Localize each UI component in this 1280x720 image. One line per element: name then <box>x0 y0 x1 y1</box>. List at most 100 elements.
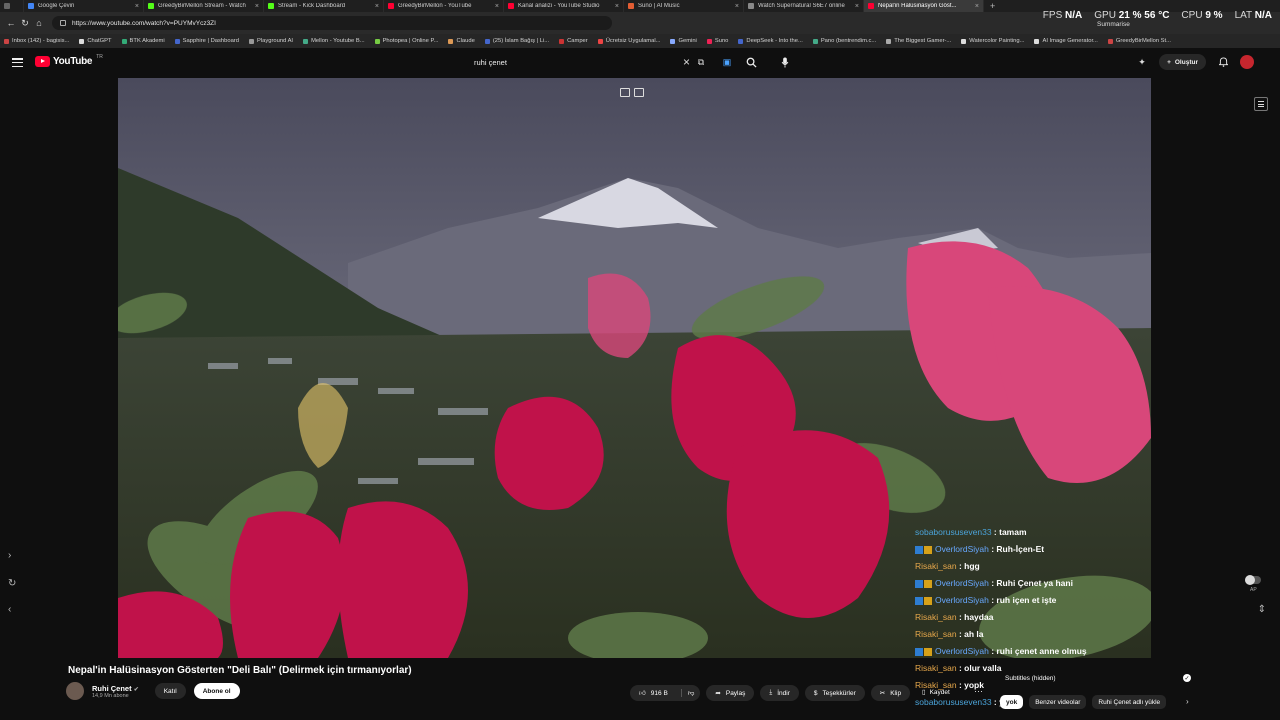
close-tab-icon[interactable]: × <box>255 3 259 10</box>
close-tab-icon[interactable]: × <box>495 3 499 10</box>
refresh-icon[interactable]: ↻ <box>8 578 16 589</box>
close-tab-icon[interactable]: × <box>735 3 739 10</box>
bookmark-item[interactable]: Pano (bentrendim.c... <box>812 38 876 44</box>
filter-chip[interactable]: Ruhi Çenet adlı yükle <box>1092 695 1167 709</box>
bookmark-item[interactable]: Inbox (142) - bagisis... <box>4 38 69 44</box>
chat-username[interactable]: Risaki_san <box>915 561 957 571</box>
close-tab-icon[interactable]: × <box>975 3 979 10</box>
join-button[interactable]: Katıl <box>154 683 186 699</box>
bookmark-item[interactable]: Watercolor Painting... <box>961 38 1024 44</box>
autoplay-toggle[interactable] <box>1245 575 1261 585</box>
chat-badges-icon <box>915 545 933 554</box>
channel-avatar[interactable] <box>66 682 84 700</box>
chat-username[interactable]: sobaborususeven33 <box>915 527 992 537</box>
bookmark-item[interactable]: GreedyBirMellon St... <box>1107 38 1171 44</box>
bookmark-label: Sapphire | Dashboard <box>182 38 239 44</box>
extension-icon[interactable]: ✦ <box>1135 55 1149 69</box>
like-button[interactable]: 👍︎ 916 B 👎︎ <box>630 685 701 701</box>
more-options-icon[interactable]: ⋯ <box>974 686 983 697</box>
reload-icon[interactable]: ↻ <box>18 16 32 30</box>
bookmark-icon <box>303 38 309 44</box>
thumbs-up-icon: 👍︎ <box>639 690 646 697</box>
filter-chip[interactable]: Benzer videolar <box>1029 695 1087 709</box>
share-button[interactable]: ➦ Paylaş <box>706 685 755 701</box>
new-tab-button[interactable]: + <box>984 1 1001 11</box>
menu-icon[interactable] <box>12 58 23 67</box>
chat-username[interactable]: OverlordSiyah <box>935 578 989 588</box>
check-icon: ✓ <box>1183 674 1191 682</box>
bookmark-icon <box>448 38 454 44</box>
close-tab-icon[interactable]: × <box>135 3 139 10</box>
bookmark-item[interactable]: Camper <box>559 38 588 44</box>
back-icon[interactable]: ← <box>4 16 18 30</box>
youtube-logo[interactable]: YouTube TR <box>35 54 103 67</box>
clip-button[interactable]: ✂ Klip <box>870 685 911 701</box>
picture-in-picture-icon[interactable] <box>634 88 644 97</box>
chat-username[interactable]: OverlordSiyah <box>935 544 989 554</box>
bookmark-item[interactable]: Photopea | Online P... <box>374 38 438 44</box>
filter-chip[interactable]: yok <box>1000 695 1024 709</box>
expand-chevron-icon[interactable]: › <box>8 550 11 561</box>
bookmark-icon <box>121 38 127 44</box>
chat-username[interactable]: Risaki_san <box>915 629 957 639</box>
resize-icon[interactable]: ⇕ <box>1258 604 1266 615</box>
browser-tab[interactable]: Stream - Kick Dashboard × <box>264 0 384 12</box>
chat-username[interactable]: sobaborususeven33 <box>915 697 992 707</box>
browser-menu-icon[interactable] <box>0 0 24 12</box>
browser-tab[interactable]: Google Çeviri × <box>24 0 144 12</box>
bookmark-item[interactable]: AI Image Generator... <box>1034 38 1098 44</box>
microphone-icon <box>781 56 789 68</box>
subscribe-button[interactable]: Abone ol <box>193 683 240 699</box>
clear-search-icon[interactable]: × <box>683 55 690 69</box>
create-button[interactable]: + Oluştur <box>1159 54 1206 70</box>
close-tab-icon[interactable]: × <box>615 3 619 10</box>
notifications-icon[interactable] <box>1216 55 1230 69</box>
bookmark-item[interactable]: Suno <box>706 38 728 44</box>
screenshot-icon[interactable]: ▣ <box>720 55 734 69</box>
voice-search-button[interactable] <box>776 53 794 71</box>
miniplayer-icon[interactable] <box>620 88 630 97</box>
browser-tab[interactable]: GreedyBirMellon Stream - Watch × <box>144 0 264 12</box>
bookmark-item[interactable]: Ücretsiz Uygulamal... <box>597 38 660 44</box>
bookmark-item[interactable]: ChatGPT <box>79 38 112 44</box>
collapse-chevron-icon[interactable]: ‹ <box>8 604 11 615</box>
bookmark-item[interactable]: The Biggest Gamer-... <box>886 38 951 44</box>
bookmark-item[interactable]: DeepSeek - Into the... <box>738 38 803 44</box>
bookmark-item[interactable]: Claude <box>448 38 475 44</box>
chat-username[interactable]: Risaki_san <box>915 612 957 622</box>
bookmark-item[interactable]: Mellon - Youtube B... <box>303 38 365 44</box>
url-field[interactable]: https://www.youtube.com/watch?v=PUYMvYcz… <box>52 16 612 30</box>
browser-tab[interactable]: Suno | AI Music × <box>624 0 744 12</box>
bookmark-item[interactable]: Playground AI <box>248 38 293 44</box>
browser-tab[interactable]: Kanal analizi - YouTube Studio × <box>504 0 624 12</box>
search-input[interactable]: ruhi çenet × <box>466 54 692 71</box>
thumbs-down-icon[interactable]: 👎︎ <box>680 689 694 697</box>
subtitles-status[interactable]: Subtitles (hidden) ✓ <box>1000 672 1196 684</box>
chips-next-icon[interactable]: › <box>1186 697 1189 706</box>
close-tab-icon[interactable]: × <box>855 3 859 10</box>
save-button[interactable]: ▯ Kaydet <box>922 688 950 697</box>
download-button[interactable]: ⤓ İndir <box>760 685 799 701</box>
bookmark-label: The Biggest Gamer-... <box>894 38 952 44</box>
summarise-button[interactable]: Summarise <box>1097 21 1130 28</box>
browser-tab[interactable]: Watch Supernatural S6E7 online × <box>744 0 864 12</box>
translate-icon[interactable]: ⧉ <box>694 55 708 69</box>
chat-message: Risaki_san : hgg <box>915 561 980 571</box>
guide-menu-icon[interactable] <box>1254 97 1268 111</box>
home-icon[interactable]: ⌂ <box>32 16 46 30</box>
channel-name[interactable]: Ruhi Çenet ✔ <box>92 684 139 693</box>
browser-tab[interactable]: Nepal'in Halüsinasyon Göst... × <box>864 0 984 12</box>
chat-username[interactable]: Risaki_san <box>915 663 957 673</box>
thanks-button[interactable]: $ Teşekkürler <box>804 685 865 701</box>
bookmark-item[interactable]: Sapphire | Dashboard <box>174 38 239 44</box>
close-tab-icon[interactable]: × <box>375 3 379 10</box>
chat-username[interactable]: OverlordSiyah <box>935 646 989 656</box>
tab-label: GreedyBirMellon Stream - Watch <box>158 3 246 9</box>
bookmark-item[interactable]: BTK Akademi <box>121 38 165 44</box>
bookmark-item[interactable]: Gemini <box>670 38 697 44</box>
bookmark-item[interactable]: (25) İslam Bağış | Li... <box>484 38 549 44</box>
chat-username[interactable]: OverlordSiyah <box>935 595 989 605</box>
avatar[interactable] <box>1240 55 1254 69</box>
browser-tab[interactable]: GreedyBirMellon - YouTube × <box>384 0 504 12</box>
search-button[interactable] <box>740 53 762 71</box>
